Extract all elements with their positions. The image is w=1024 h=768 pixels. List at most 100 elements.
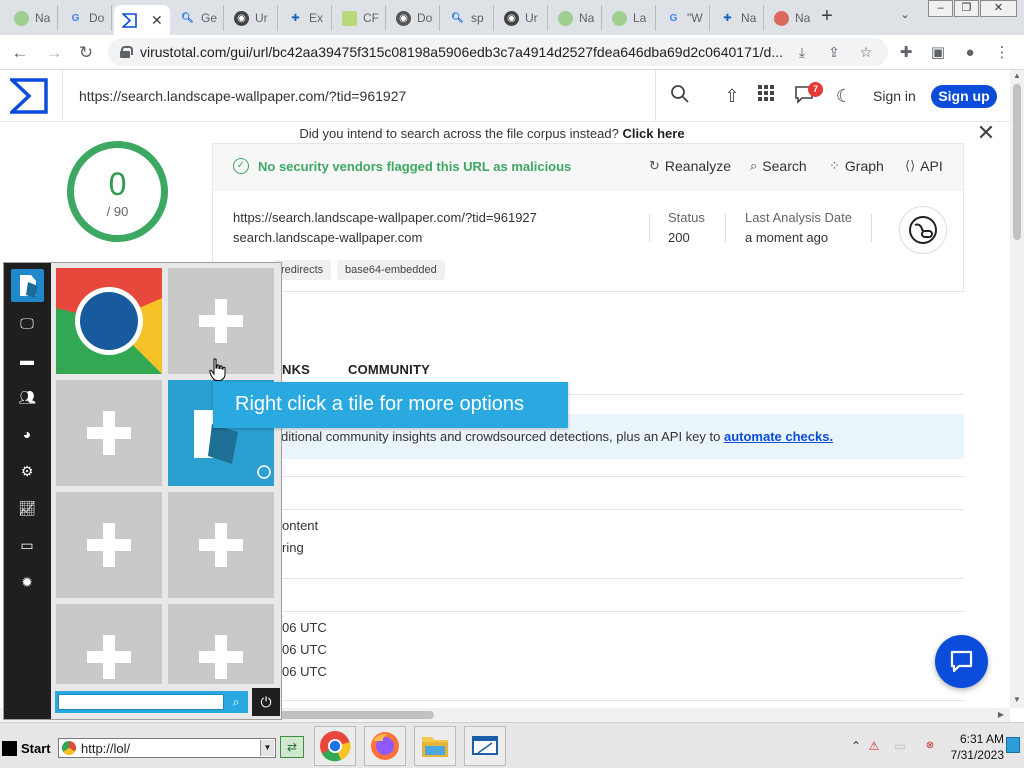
browser-tab[interactable]: CF <box>334 5 386 31</box>
browser-tab[interactable]: La <box>604 5 656 31</box>
browser-tab[interactable]: G Do <box>60 5 112 31</box>
page-vertical-scrollbar[interactable]: ▲ ▼ <box>1010 70 1024 708</box>
browser-tab[interactable]: ◉ Do <box>388 5 440 31</box>
scrollbar-thumb[interactable] <box>1013 84 1021 240</box>
reload-icon[interactable]: ↻ <box>74 41 98 65</box>
address-bar-url[interactable]: virustotal.com/gui/url/bc42aa39475f315c0… <box>140 44 783 60</box>
browser-tab[interactable]: 🔍︎ sp <box>442 5 494 31</box>
minimize-window-button[interactable]: – <box>928 0 953 17</box>
search-button[interactable]: ⌕ Search <box>750 158 807 174</box>
share-icon[interactable]: ⇪ <box>824 42 844 62</box>
restore-window-button[interactable]: ❐ <box>954 0 979 17</box>
settings-icon[interactable]: ✹ <box>16 572 38 592</box>
scroll-up-arrow-icon[interactable]: ▲ <box>1010 70 1024 82</box>
scroll-right-arrow-icon[interactable]: ▶ <box>994 708 1008 722</box>
close-tab-icon[interactable]: ✕ <box>151 12 163 29</box>
divider <box>212 611 964 612</box>
bookmark-star-icon[interactable]: ☆ <box>856 42 876 62</box>
graph-icon: ⁘ <box>829 158 840 173</box>
browser-tab[interactable]: Na <box>550 5 602 31</box>
add-tile[interactable] <box>168 604 274 684</box>
sign-in-link[interactable]: Sign in <box>873 88 916 104</box>
tray-expand-icon[interactable]: ⌃ <box>848 738 864 754</box>
display-icon[interactable]: ▭ <box>16 535 38 555</box>
extensions-puzzle-icon[interactable]: ✚ <box>896 43 916 63</box>
api-button[interactable]: ⟨⟩ API <box>905 158 943 174</box>
taskbar-address-bar[interactable]: http://lol/ ▼ <box>58 738 276 758</box>
corpus-click-here-link[interactable]: Click here <box>622 126 684 141</box>
show-desktop-button[interactable] <box>1006 737 1020 753</box>
add-tile[interactable] <box>56 604 162 684</box>
browser-tab[interactable]: ✚ Na <box>712 5 764 31</box>
chrome-app-tile[interactable] <box>56 268 162 374</box>
tab-links[interactable]: NKS <box>282 362 310 377</box>
firefox-taskbar-button[interactable] <box>364 726 406 766</box>
chart-icon[interactable]: 📈︎ <box>16 498 38 518</box>
profile-avatar-icon[interactable]: ● <box>960 43 980 63</box>
reanalyze-button[interactable]: ↻ Reanalyze <box>649 158 731 174</box>
display-tray-icon[interactable]: ▭ <box>892 738 908 754</box>
sign-up-button[interactable]: Sign up <box>931 85 997 108</box>
dropdown-arrow-icon[interactable]: ▼ <box>260 740 274 756</box>
tab-search-chevron-icon[interactable]: ⌄ <box>896 8 914 26</box>
automate-checks-link[interactable]: automate checks. <box>724 429 833 444</box>
system-clock[interactable]: 6:31 AM 7/31/2023 <box>938 731 1004 763</box>
tab-community[interactable]: COMMUNITY <box>348 362 430 377</box>
search-icon[interactable] <box>668 84 692 108</box>
search-input[interactable]: https://search.landscape-wallpaper.com/?… <box>62 70 656 122</box>
browser-tab[interactable]: ◉ Ur <box>226 5 278 31</box>
browser-tab[interactable]: ✚ Ex <box>280 5 332 31</box>
chrome-taskbar-button[interactable] <box>314 726 356 766</box>
close-icon[interactable]: ✕ <box>975 122 997 144</box>
users-icon[interactable]: 👥︎ <box>16 387 38 407</box>
address-bar[interactable]: virustotal.com/gui/url/bc42aa39475f315c0… <box>108 38 888 66</box>
chat-support-button[interactable] <box>935 635 988 688</box>
search-icon[interactable]: ⌕ <box>227 693 245 711</box>
monitor-icon[interactable]: 🖵︎ <box>16 313 38 333</box>
browser-tab[interactable]: Na <box>766 5 818 31</box>
tag-base64-embedded[interactable]: base64-embedded <box>337 260 445 280</box>
go-arrows-icon[interactable]: ⇄ <box>280 736 304 758</box>
chrome-menu-icon[interactable]: ⋮ <box>992 43 1012 63</box>
virustotal-logo-icon[interactable] <box>7 78 48 114</box>
dark-mode-moon-icon[interactable]: ☾ <box>832 84 856 108</box>
browser-tab[interactable]: ◉ Ur <box>496 5 548 31</box>
browser-tab[interactable]: 🔍︎ Ge <box>172 5 224 31</box>
forward-arrow-icon[interactable]: → <box>42 41 66 65</box>
globe-icon[interactable]: ◕ <box>16 424 38 444</box>
tab-label: La <box>633 11 647 25</box>
launcher-search-input[interactable] <box>58 694 224 710</box>
explorer-taskbar-button[interactable] <box>414 726 456 766</box>
launcher-logo-icon[interactable] <box>11 269 44 302</box>
install-app-icon[interactable]: ⤓ <box>792 42 812 62</box>
add-tile[interactable] <box>168 492 274 598</box>
start-label: Start <box>21 740 51 756</box>
folder-icon[interactable]: ▬ <box>16 350 38 370</box>
browser-tab-active[interactable]: ✕ <box>114 5 170 35</box>
remote-desktop-taskbar-button[interactable] <box>464 726 506 766</box>
network-warning-icon[interactable]: ⚠︎ <box>866 738 882 754</box>
start-button[interactable]: Start <box>2 738 51 758</box>
gears-icon[interactable]: ⚙︎ <box>16 461 38 481</box>
globe-favicon-icon: ◉ <box>396 10 411 26</box>
side-panel-icon[interactable]: ▣ <box>928 43 948 63</box>
status-message-text: No security vendors flagged this URL as … <box>258 158 572 174</box>
new-tab-button[interactable]: + <box>816 5 838 27</box>
power-button[interactable]: ⏻ <box>252 688 280 716</box>
reanalyze-label: Reanalyze <box>664 158 732 174</box>
apps-grid-icon[interactable] <box>754 84 778 108</box>
chat-bubble-icon <box>950 650 973 673</box>
close-window-button[interactable]: ✕ <box>980 0 1017 17</box>
upload-icon[interactable]: ⇧ <box>720 84 744 108</box>
graph-button[interactable]: ⁘ Graph <box>829 158 884 174</box>
browser-tab[interactable]: Na <box>6 5 58 31</box>
api-icon: ⟨⟩ <box>905 158 916 173</box>
taskbar-address-value[interactable]: http://lol/ <box>81 741 130 756</box>
back-arrow-icon[interactable]: ← <box>8 41 32 65</box>
browser-tab[interactable]: G "W <box>658 5 710 31</box>
add-tile[interactable] <box>56 492 162 598</box>
scroll-down-arrow-icon[interactable]: ▼ <box>1010 694 1024 706</box>
volume-muted-icon[interactable]: ⊗ <box>922 738 938 754</box>
add-tile[interactable] <box>56 380 162 486</box>
scanned-url: https://search.landscape-wallpaper.com/?… <box>233 210 537 225</box>
